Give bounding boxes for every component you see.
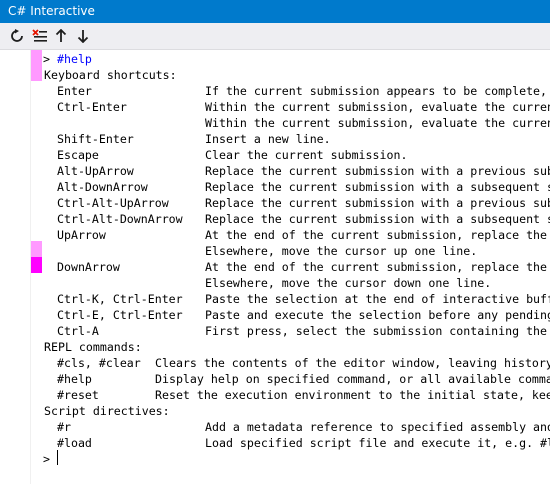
- shortcut-description: Clears the contents of the editor window…: [155, 356, 550, 370]
- shortcut-description: At the end of the current submission, re…: [205, 228, 548, 242]
- arrow-up-icon: [55, 29, 67, 42]
- shortcut-description: Paste the selection at the end of intera…: [205, 292, 550, 306]
- shortcut-description: Replace the current submission with a su…: [205, 212, 550, 226]
- shortcut-description: Elsewhere, move the cursor down one line…: [205, 276, 492, 290]
- shortcut-description: Insert a new line.: [205, 132, 331, 146]
- shortcut-description: If the current submission appears to be …: [205, 84, 548, 98]
- shortcut-key: UpArrow: [57, 228, 106, 242]
- section-header-script: Script directives:: [44, 404, 170, 418]
- shortcut-key: Ctrl-A: [57, 324, 99, 338]
- shortcut-description: Add a metadata reference to specified as…: [205, 420, 550, 434]
- shortcut-key: Ctrl-Enter: [57, 100, 127, 114]
- shortcut-key: #cls, #clear: [57, 356, 141, 370]
- command-text[interactable]: #help: [57, 51, 92, 67]
- interactive-output[interactable]: > #help Keyboard shortcuts: Enter If the …: [0, 50, 550, 484]
- shortcut-key: #help: [57, 372, 92, 386]
- toolbar: [0, 23, 550, 50]
- shortcut-key: Alt-DownArrow: [57, 180, 148, 194]
- change-marker: [31, 257, 42, 273]
- clear-screen-icon: [32, 29, 47, 42]
- shortcut-description: Paste and execute the selection before a…: [205, 308, 550, 322]
- arrow-down-icon: [77, 30, 89, 43]
- section-header-repl: REPL commands:: [44, 340, 142, 354]
- change-marker: [31, 241, 42, 257]
- shortcut-description: Display help on specified command, or al…: [155, 372, 550, 386]
- reset-button[interactable]: [8, 27, 26, 45]
- shortcut-key: Enter: [57, 84, 92, 98]
- shortcut-description: Reset the execution environment to the i…: [155, 388, 550, 402]
- shortcut-description: Replace the current submission with a su…: [205, 180, 550, 194]
- shortcut-description: At the end of the current submission, re…: [205, 260, 548, 274]
- clear-button[interactable]: [31, 27, 49, 45]
- shortcut-description: Within the current submission, evaluate …: [205, 100, 550, 114]
- shortcut-description: Replace the current submission with a pr…: [205, 196, 550, 210]
- shortcut-description: Elsewhere, move the cursor up one line.: [205, 244, 478, 258]
- shortcut-description: Within the current submission, evaluate …: [205, 116, 550, 130]
- input-prompt-symbol: >: [43, 452, 50, 466]
- shortcut-description: Load specified script file and execute i…: [205, 436, 550, 450]
- shortcut-description: Clear the current submission.: [205, 148, 408, 162]
- shortcut-key: #load: [57, 436, 92, 450]
- prompt-symbol: >: [43, 52, 50, 66]
- shortcut-key: Escape: [57, 148, 99, 162]
- shortcut-key: Alt-UpArrow: [57, 164, 134, 178]
- window-title: C# Interactive: [0, 0, 550, 23]
- text-caret[interactable]: [57, 450, 58, 465]
- shortcut-key: Ctrl-Alt-DownArrow: [57, 212, 183, 226]
- reset-icon: [11, 29, 23, 42]
- change-marker: [31, 50, 42, 65]
- history-previous-button[interactable]: [52, 27, 70, 45]
- shortcut-key: Shift-Enter: [57, 132, 134, 146]
- history-next-button[interactable]: [74, 27, 92, 45]
- shortcut-key: DownArrow: [57, 260, 120, 274]
- shortcut-key: Ctrl-K, Ctrl-Enter: [57, 292, 183, 306]
- shortcut-description: First press, select the submission conta…: [205, 324, 548, 338]
- shortcut-key: #reset: [57, 388, 99, 402]
- shortcut-key: #r: [57, 420, 71, 434]
- change-marker: [31, 65, 42, 81]
- shortcut-description: Replace the current submission with a pr…: [205, 164, 550, 178]
- shortcut-key: Ctrl-Alt-UpArrow: [57, 196, 169, 210]
- section-header-keyboard: Keyboard shortcuts:: [44, 68, 177, 82]
- shortcut-key: Ctrl-E, Ctrl-Enter: [57, 308, 183, 322]
